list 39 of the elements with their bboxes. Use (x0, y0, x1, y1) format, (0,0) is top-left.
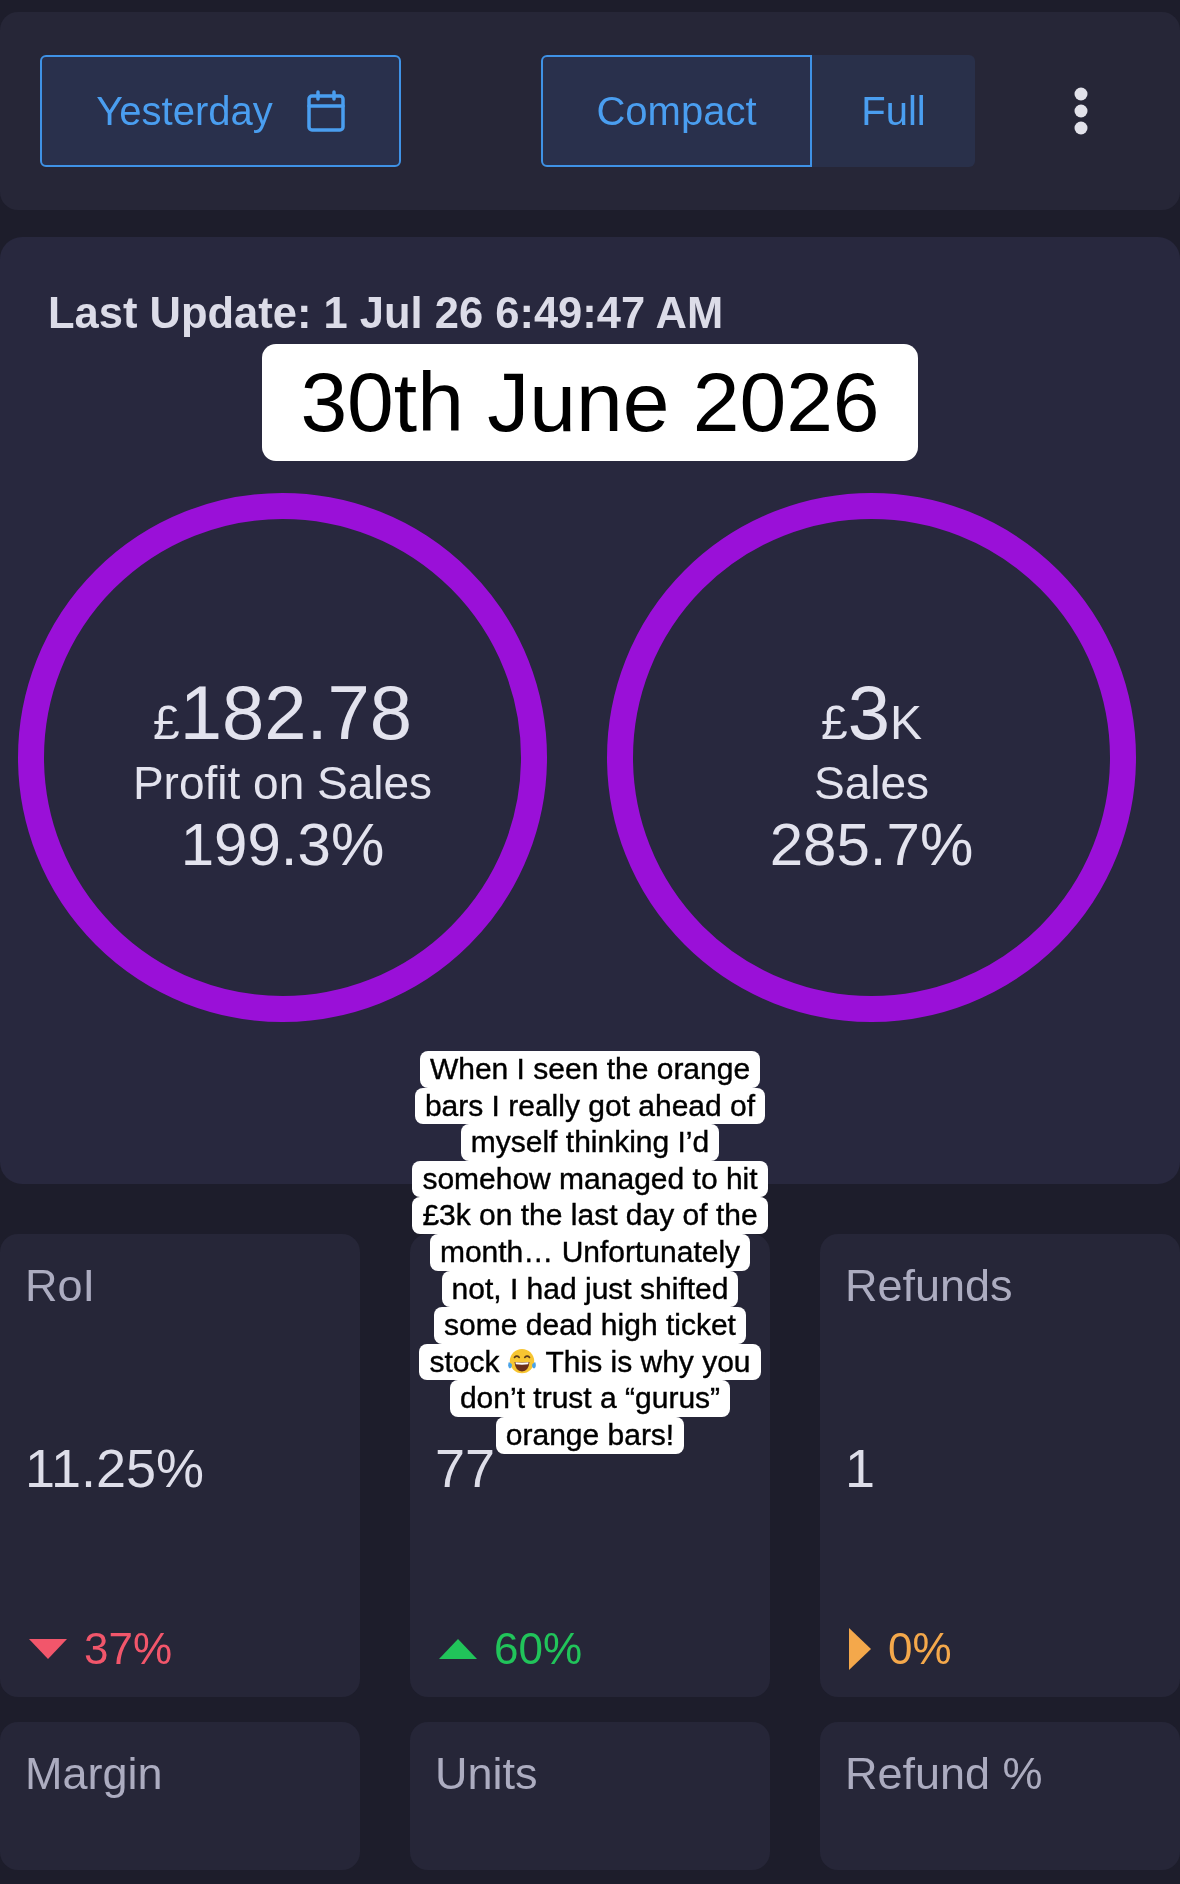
caption-text: myself thinking I’d (460, 1124, 720, 1161)
last-update-text: Last Update: 1 Jul 26 6:49:47 AM (48, 288, 724, 338)
caption-text: don’t trust a “gurus” (449, 1380, 731, 1417)
card-value: 11.25% (25, 1437, 205, 1498)
card-title: Refunds (845, 1260, 1013, 1312)
change-percent: 0% (888, 1623, 952, 1675)
view-toggle-tab[interactable]: Compact (541, 55, 812, 167)
card-title: RoI (25, 1260, 96, 1312)
card-value: 77 (435, 1437, 496, 1498)
percent-value: 285.7% (769, 809, 974, 880)
change-percent: 60% (494, 1623, 583, 1675)
card-title: Units (435, 1748, 538, 1800)
caption-text: not, I had just shifted (441, 1270, 739, 1308)
view-toggle-tab[interactable]: Full (812, 55, 975, 167)
card-title: Refund % (845, 1748, 1043, 1800)
caption-text: month… Unfortunately (429, 1233, 751, 1271)
amount-value: £3K (821, 679, 922, 756)
percent-value: 199.3% (180, 809, 385, 880)
down-triangle-icon (29, 1639, 67, 1659)
card-value: 1 (845, 1437, 876, 1498)
calendar-icon (306, 90, 345, 132)
date-picker-button[interactable]: Yesterday (40, 55, 401, 167)
right-triangle-icon (849, 1628, 871, 1670)
caption-text: somehow managed to hit (412, 1160, 768, 1198)
kebab-menu-icon[interactable] (1074, 87, 1088, 135)
caption-text: bars I really got ahead of (414, 1087, 766, 1125)
caption-text: £3k on the last day of the (412, 1197, 768, 1234)
card-title: Margin (25, 1748, 163, 1800)
change-percent: 37% (84, 1623, 173, 1675)
caption-text: some dead high ticket (434, 1307, 746, 1344)
caption-text: When I seen the orange (419, 1051, 761, 1088)
up-triangle-icon (439, 1639, 477, 1659)
caption-text: This is why you (545, 1343, 751, 1380)
caption-text: stock (429, 1343, 500, 1380)
date-title: 30th June 2026 (262, 344, 918, 461)
metric-label: Profit on Sales (132, 755, 433, 810)
caption-text: orange bars! (495, 1416, 685, 1454)
amount-value: £182.78 (152, 679, 413, 756)
metric-label: Sales (813, 755, 930, 810)
